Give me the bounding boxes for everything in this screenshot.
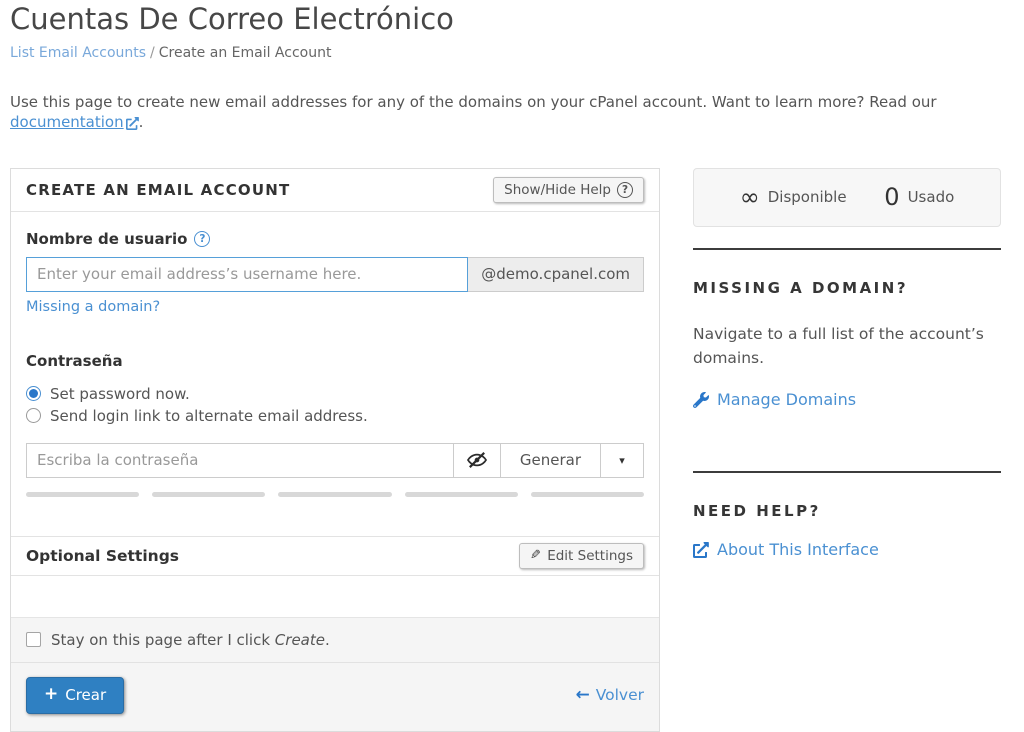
sidebar-divider bbox=[693, 471, 1001, 473]
stay-on-page-row[interactable]: Stay on this page after I click Create. bbox=[11, 618, 659, 663]
stay-label-after: . bbox=[325, 631, 330, 649]
username-label-text: Nombre de usuario bbox=[26, 230, 187, 248]
sidebar: ∞ Disponible 0 Usado MISSING A DOMAIN? N… bbox=[693, 168, 1001, 559]
missing-domain-link[interactable]: Missing a domain? bbox=[26, 299, 160, 315]
stay-on-page-checkbox[interactable] bbox=[26, 632, 41, 647]
arrow-left-icon: ← bbox=[575, 687, 589, 704]
stay-label-before: Stay on this page after I click bbox=[51, 631, 275, 649]
create-button[interactable]: + Crear bbox=[26, 677, 124, 714]
strength-bar-segment bbox=[152, 492, 265, 497]
eye-slash-icon bbox=[466, 451, 488, 470]
documentation-link[interactable]: documentation bbox=[10, 113, 139, 131]
password-label: Contraseña bbox=[26, 352, 123, 370]
create-email-panel: CREATE AN EMAIL ACCOUNT Show/Hide Help ?… bbox=[10, 168, 660, 732]
panel-footer: Stay on this page after I click Create. … bbox=[11, 617, 659, 731]
toggle-password-visibility-button[interactable] bbox=[453, 443, 501, 478]
pencil-icon: ✎ bbox=[530, 548, 541, 563]
plus-icon: + bbox=[44, 686, 58, 703]
about-this-interface-label: About This Interface bbox=[717, 540, 879, 559]
manage-domains-label: Manage Domains bbox=[717, 390, 856, 409]
stay-on-page-label: Stay on this page after I click Create. bbox=[51, 631, 330, 649]
breadcrumb-current: Create an Email Account bbox=[159, 45, 332, 61]
username-input-group: @demo.cpanel.com bbox=[26, 257, 644, 292]
strength-bar-segment bbox=[405, 492, 518, 497]
need-help-title: NEED HELP? bbox=[693, 502, 1001, 520]
back-link[interactable]: ← Volver bbox=[575, 686, 644, 704]
documentation-link-label: documentation bbox=[10, 113, 124, 131]
intro-text: Use this page to create new email addres… bbox=[10, 92, 1011, 134]
panel-body: Nombre de usuario ? @demo.cpanel.com Mis… bbox=[11, 212, 659, 497]
radio-set-password-now[interactable]: Set password now. bbox=[26, 383, 644, 405]
password-input[interactable] bbox=[26, 443, 454, 478]
email-quota-stat-card: ∞ Disponible 0 Usado bbox=[693, 168, 1001, 227]
external-link-icon bbox=[693, 540, 709, 559]
panel-header: CREATE AN EMAIL ACCOUNT Show/Hide Help ? bbox=[11, 169, 659, 212]
radio-send-login-label: Send login link to alternate email addre… bbox=[50, 405, 368, 427]
strength-bar-segment bbox=[531, 492, 644, 497]
used-stat-value: 0 bbox=[884, 185, 899, 209]
strength-bar-segment bbox=[278, 492, 391, 497]
used-stat: 0 Usado bbox=[884, 185, 954, 209]
infinity-icon: ∞ bbox=[740, 185, 760, 209]
show-hide-help-button[interactable]: Show/Hide Help ? bbox=[493, 177, 644, 203]
breadcrumb: List Email Accounts/Create an Email Acco… bbox=[10, 45, 1011, 61]
question-circle-icon: ? bbox=[617, 182, 633, 198]
password-radio-group: Set password now. Send login link to alt… bbox=[26, 383, 644, 427]
generate-options-dropdown-button[interactable]: ▾ bbox=[600, 443, 644, 478]
content-area: CREATE AN EMAIL ACCOUNT Show/Hide Help ?… bbox=[10, 168, 1011, 732]
panel-empty-gap bbox=[11, 576, 659, 617]
question-circle-icon[interactable]: ? bbox=[194, 231, 210, 247]
available-stat-label: Disponible bbox=[768, 188, 847, 206]
manage-domains-link[interactable]: Manage Domains bbox=[693, 390, 856, 409]
create-button-label: Crear bbox=[65, 686, 106, 704]
wrench-icon bbox=[693, 390, 709, 409]
password-section: Contraseña Set password now. Send login … bbox=[26, 351, 644, 497]
show-hide-help-label: Show/Hide Help bbox=[504, 182, 611, 198]
radio-set-password-label: Set password now. bbox=[50, 383, 190, 405]
about-this-interface-link[interactable]: About This Interface bbox=[693, 540, 879, 559]
caret-down-icon: ▾ bbox=[619, 454, 625, 467]
generate-password-button[interactable]: Generar bbox=[500, 443, 601, 478]
optional-settings-title: Optional Settings bbox=[26, 547, 179, 565]
radio-send-login-link[interactable]: Send login link to alternate email addre… bbox=[26, 405, 644, 427]
missing-domain-text: Navigate to a full list of the account’s… bbox=[693, 322, 1001, 370]
breadcrumb-separator: / bbox=[150, 45, 155, 61]
username-label: Nombre de usuario ? bbox=[26, 230, 210, 248]
edit-settings-button[interactable]: ✎ Edit Settings bbox=[519, 543, 644, 569]
actions-row: + Crear ← Volver bbox=[11, 663, 659, 731]
panel-title: CREATE AN EMAIL ACCOUNT bbox=[26, 181, 290, 199]
intro-text-before: Use this page to create new email addres… bbox=[10, 93, 937, 111]
password-strength-meter bbox=[26, 492, 644, 497]
edit-settings-label: Edit Settings bbox=[547, 548, 633, 564]
stay-label-create-em: Create bbox=[275, 631, 325, 649]
missing-domain-title: MISSING A DOMAIN? bbox=[693, 279, 1001, 297]
used-stat-label: Usado bbox=[908, 188, 955, 206]
available-stat: ∞ Disponible bbox=[740, 185, 847, 209]
back-link-label: Volver bbox=[596, 686, 644, 704]
page-title: Cuentas De Correo Electrónico bbox=[10, 0, 1011, 36]
sidebar-divider bbox=[693, 248, 1001, 250]
radio-button-icon[interactable] bbox=[26, 386, 41, 401]
strength-bar-segment bbox=[26, 492, 139, 497]
intro-text-after: . bbox=[139, 113, 144, 131]
password-input-group: Generar ▾ bbox=[26, 443, 644, 478]
breadcrumb-link-list-email-accounts[interactable]: List Email Accounts bbox=[10, 45, 146, 61]
external-link-icon bbox=[126, 113, 139, 133]
username-input[interactable] bbox=[26, 257, 468, 292]
domain-suffix-addon: @demo.cpanel.com bbox=[467, 257, 644, 292]
optional-settings-row: Optional Settings ✎ Edit Settings bbox=[11, 536, 659, 576]
radio-button-icon[interactable] bbox=[26, 408, 41, 423]
